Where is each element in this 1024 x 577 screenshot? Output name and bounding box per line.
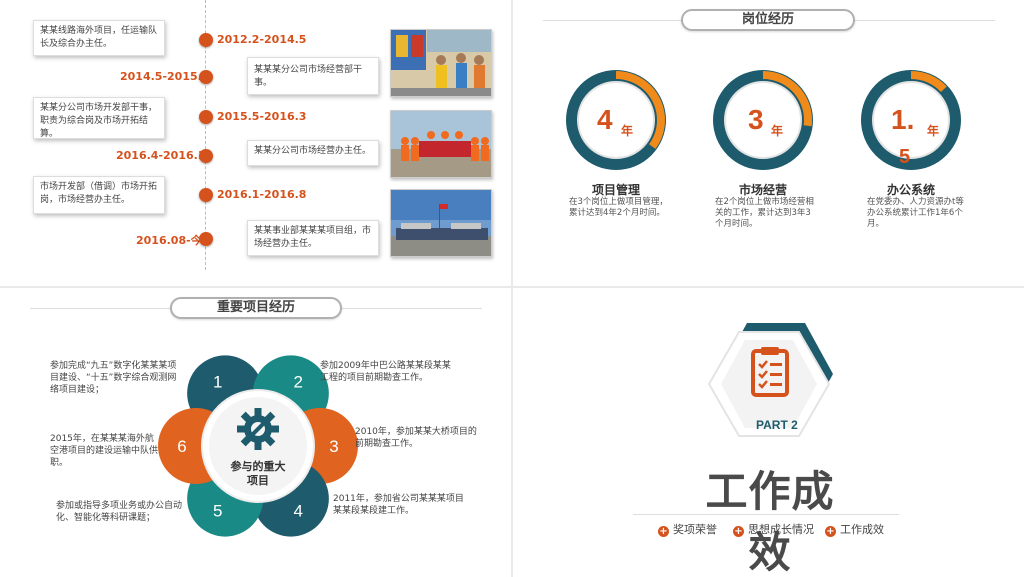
petal-6-number: 6 <box>177 437 186 456</box>
gear-wrench-icon <box>237 408 279 450</box>
positions-panel: 岗位经历 4 年 项目管理 在3个岗位上做项目管理，累计达到4年2个月时间。 3… <box>513 0 1024 286</box>
projects-center-label-line1: 参与的重大 <box>231 459 286 473</box>
ring-3-desc: 在党委办、人力资源办t等办公系统累计工作1年6个月。 <box>867 197 964 229</box>
ring-1-number: 4 <box>597 104 613 135</box>
petal-4-number: 4 <box>294 501 303 520</box>
timeline-desc-2: 某某某分公司市场经营部干事。 <box>247 57 379 95</box>
petal-1-desc: 参加完成“九五”数字化某某某项目建设、“十五”数字综合观测网络项目建设； <box>50 361 177 395</box>
petal-4-desc: 2011年，参加省公司某某某项目某某段某段建工作。 <box>333 494 464 516</box>
part2-label: PART 2 <box>756 418 798 432</box>
part2-divider <box>633 514 899 515</box>
timeline-desc-6: 某某事业部某某某项目组，市场经营办主任。 <box>247 220 379 256</box>
ring-2-number: 3 <box>748 104 764 135</box>
subitem-awards[interactable]: + 奖项荣誉 <box>658 521 717 537</box>
petal-2-number: 2 <box>294 373 303 392</box>
timeline-date-5: 2016.1-2016.8 <box>217 188 307 201</box>
projects-center-label-line2: 项目 <box>247 474 269 487</box>
petal-2-desc: 参加2009年中巴公路某某段某某工程的项目前期勘查工作。 <box>320 361 451 383</box>
timeline-dot-3 <box>199 110 213 124</box>
petal-3-number: 3 <box>329 437 338 456</box>
subitem-growth[interactable]: + 思想成长情况 <box>733 521 814 537</box>
positions-title: 岗位经历 <box>681 9 855 31</box>
plus-icon: + <box>825 526 836 537</box>
petal-5-desc: 参加或指导多项业务或办公自动化、智能化等科研课题； <box>56 501 183 523</box>
ring-1-desc: 在3个岗位上做项目管理，累计达到4年2个月时间。 <box>569 197 668 218</box>
timeline-date-3: 2015.5-2016.3 <box>217 110 307 123</box>
timeline-dot-1 <box>199 33 213 47</box>
projects-title: 重要项目经历 <box>170 297 342 319</box>
plus-icon: + <box>658 526 669 537</box>
ring-3-unit: 年 <box>927 124 940 138</box>
ring-3-title: 办公系统 <box>886 183 935 197</box>
timeline-dot-5 <box>199 188 213 202</box>
part2-panel: PART 2 工作成效 + 奖项荣誉 + 思想成长情况 + 工作成效 <box>513 288 1024 577</box>
project-photo-1 <box>390 29 492 97</box>
timeline-date-6: 2016.08-今 <box>136 234 202 247</box>
petal-1-number: 1 <box>213 373 222 392</box>
timeline-date-1: 2012.2-2014.5 <box>217 33 307 46</box>
ring-2-unit: 年 <box>771 124 784 138</box>
ring-1-title: 项目管理 <box>591 183 640 197</box>
timeline-dot-4 <box>199 149 213 163</box>
timeline-date-2: 2014.5-2015.4 <box>120 70 210 83</box>
ring-2-desc: 在2个岗位上做市场经营相关的工作，累计达到3年3个月时间。 <box>715 197 814 229</box>
ring-2-title: 市场经营 <box>738 183 787 197</box>
ring-3-number-extra: 5 <box>899 146 911 168</box>
timeline-desc-3: 某某分公司市场开发部干事，职责为综合岗及市场开拓结算。 <box>33 97 165 139</box>
timeline-desc-4: 某某分公司市场经营办主任。 <box>247 140 379 166</box>
timeline-dot-2 <box>199 70 213 84</box>
petal-6-desc: 2015年，在某某某海外航空港项目的建设运输中队供职。 <box>50 434 159 468</box>
projects-panel: 重要项目经历 1 2 3 4 5 6 参与的重大 项目 参加完成“九五”数字化某某某项目建… <box>0 288 511 577</box>
ring-project-management <box>566 70 666 170</box>
plus-icon: + <box>733 526 744 537</box>
subitem-results[interactable]: + 工作成效 <box>825 521 884 537</box>
part2-title: 工作成效 <box>705 467 835 577</box>
timeline-date-4: 2016.4-2016.1 <box>116 149 206 162</box>
ring-3-number: 1. <box>891 104 915 135</box>
petal-3-desc: 2010年，参加某某大桥项目的前期勘查工作。 <box>355 427 477 449</box>
project-photo-2 <box>390 110 492 178</box>
timeline-panel: 某某线路海外项目，任运输队长及综合办主任。 2012.2-2014.5 2014… <box>0 0 511 286</box>
subitem-growth-label: 思想成长情况 <box>748 523 814 536</box>
subitem-results-label: 工作成效 <box>840 523 884 536</box>
petal-5-number: 5 <box>213 501 222 520</box>
project-photo-3 <box>390 189 492 257</box>
timeline-desc-1: 某某线路海外项目，任运输队长及综合办主任。 <box>33 20 165 56</box>
subitem-awards-label: 奖项荣誉 <box>673 523 717 536</box>
timeline-dot-6 <box>199 232 213 246</box>
ring-1-unit: 年 <box>621 124 634 138</box>
timeline-desc-5: 市场开发部（借调）市场开拓岗，市场经营办主任。 <box>33 176 165 214</box>
